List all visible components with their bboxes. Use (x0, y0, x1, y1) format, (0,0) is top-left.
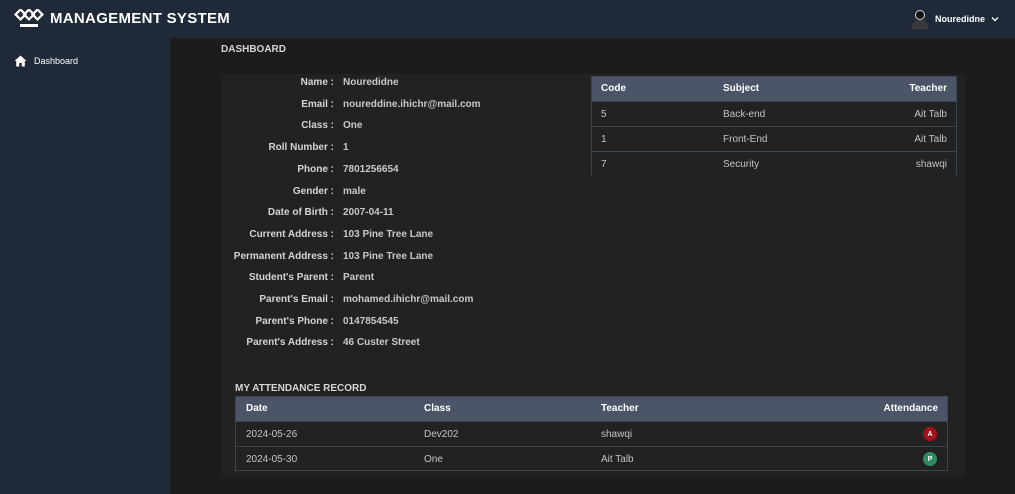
top-bar: MANAGEMENT SYSTEM Nouredidne (0, 0, 1015, 38)
profile-value: Nouredidne (343, 77, 399, 88)
table-header: Code Subject Teacher (592, 77, 956, 101)
table-row: 1 Front-End Ait Talb (592, 126, 956, 151)
cell-class: Dev202 (424, 429, 459, 440)
table-row: 5 Back-end Ait Talb (592, 101, 956, 126)
cell-teacher: shawqi (601, 429, 633, 440)
cell-teacher: shawqi (915, 159, 947, 170)
absent-badge: A (923, 427, 937, 441)
avatar (911, 10, 928, 29)
cell-code: 5 (601, 109, 607, 120)
table-row: 7 Security shawqi (592, 151, 956, 175)
profile-label: Parent's Address : (246, 337, 334, 348)
attendance-title: MY ATTENDANCE RECORD (235, 383, 367, 394)
cell-class: One (424, 454, 443, 465)
profile-value: 103 Pine Tree Lane (343, 229, 434, 240)
logo-icon (14, 9, 44, 27)
main-content: DASHBOARD Name : Nouredidne Email : nouredd… (170, 38, 1015, 494)
profile-value: 0147854545 (343, 316, 399, 327)
cell-date: 2024-05-30 (246, 454, 298, 465)
profile-label: Email : (301, 99, 334, 110)
column-header-subject: Subject (723, 83, 760, 94)
profile-value: 103 Pine Tree Lane (343, 251, 434, 262)
sidebar: Dashboard (0, 38, 170, 494)
cell-subject: Back-end (723, 109, 766, 120)
cell-teacher: Ait Talb (914, 109, 947, 120)
sidebar-item-dashboard[interactable]: Dashboard (14, 55, 78, 67)
profile-label: Permanent Address : (233, 251, 334, 262)
column-header-code: Code (601, 83, 626, 94)
cell-teacher: Ait Talb (601, 454, 634, 465)
profile-value: 7801256654 (343, 164, 399, 175)
column-header-teacher: Teacher (601, 403, 639, 414)
user-menu[interactable]: Nouredidne (911, 9, 999, 29)
cell-subject: Security (723, 159, 760, 170)
cell-subject: Front-End (723, 134, 768, 145)
profile-value: male (343, 186, 366, 197)
table-row: 2024-05-26 Dev202 shawqi A (236, 421, 947, 446)
subjects-table: Code Subject Teacher 5 Back-end Ait Talb… (591, 76, 957, 175)
cell-code: 7 (601, 159, 607, 170)
chevron-down-icon[interactable] (991, 15, 999, 23)
attendance-table: Date Class Teacher Attendance 2024-05-26… (235, 396, 948, 471)
profile-value: mohamed.ihichr@mail.com (343, 294, 474, 305)
column-header-attendance: Attendance (883, 403, 938, 414)
profile-label: Parent's Phone : (255, 316, 334, 327)
profile-value: noureddine.ihichr@mail.com (343, 99, 481, 110)
column-header-date: Date (246, 403, 268, 414)
profile-label: Roll Number : (268, 142, 334, 153)
app-title: MANAGEMENT SYSTEM (50, 10, 231, 27)
profile-label: Date of Birth : (267, 207, 334, 218)
sidebar-item-label: Dashboard (34, 56, 79, 66)
table-header: Date Class Teacher Attendance (236, 397, 947, 421)
column-header-class: Class (424, 403, 451, 414)
cell-teacher: Ait Talb (914, 134, 947, 145)
profile-label: Gender : (292, 186, 334, 197)
profile-label: Student's Parent : (248, 272, 334, 283)
cell-code: 1 (601, 134, 607, 145)
profile-value: 1 (343, 142, 349, 153)
home-icon (14, 55, 27, 67)
cell-date: 2024-05-26 (246, 429, 298, 440)
profile-label: Phone : (297, 164, 334, 175)
column-header-teacher: Teacher (909, 83, 947, 94)
profile-value: One (343, 120, 363, 131)
table-row: 2024-05-30 One Ait Talb P (236, 446, 947, 470)
profile-label: Class : (301, 120, 334, 131)
profile-label: Current Address : (249, 229, 334, 240)
user-name: Nouredidne (934, 14, 985, 24)
page-title: DASHBOARD (221, 44, 286, 55)
profile-value: 2007-04-11 (343, 207, 394, 218)
profile-label: Parent's Email : (259, 294, 334, 305)
profile-label: Name : (300, 77, 334, 88)
present-badge: P (923, 452, 937, 466)
profile-value: 46 Custer Street (343, 337, 420, 348)
profile-value: Parent (343, 272, 375, 283)
